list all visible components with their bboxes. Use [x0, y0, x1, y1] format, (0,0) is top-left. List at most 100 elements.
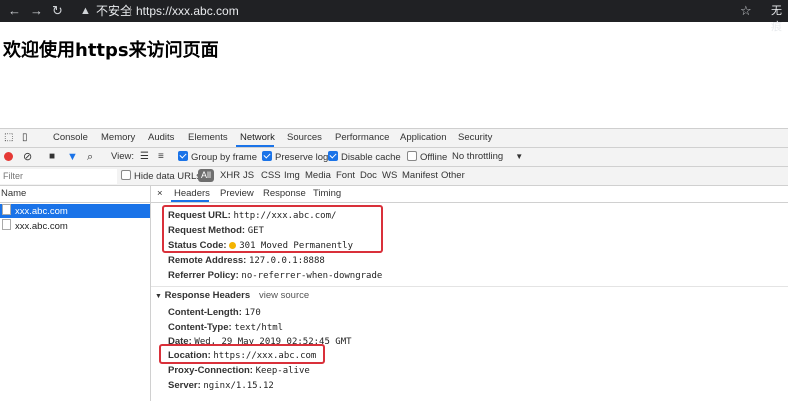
header-value: 127.0.0.1:8888 — [248, 256, 325, 266]
tab-security[interactable]: Security — [458, 132, 492, 144]
filter-type-img[interactable]: Img — [284, 170, 300, 182]
tab-console[interactable]: Console — [53, 132, 88, 144]
filter-type-all[interactable]: All — [198, 169, 215, 182]
filter-type-manifest[interactable]: Manifest — [402, 170, 438, 182]
filter-type-font[interactable]: Font — [336, 170, 355, 182]
active-tab-indicator — [236, 145, 274, 147]
filter-bar: Hide data URLs All XHR JS CSS Img Media … — [0, 167, 788, 186]
highlight-box-location — [159, 344, 325, 364]
highlight-box-general — [162, 205, 383, 253]
checkbox-checked-icon — [262, 151, 272, 161]
checkbox-unchecked-icon — [121, 170, 131, 180]
inspect-element-icon[interactable]: ⬚ — [4, 132, 13, 144]
header-value: text/html — [234, 323, 284, 333]
warning-icon[interactable]: ▲ — [80, 3, 91, 19]
devtools-panel: ⬚ ▯ Console Memory Audits Elements Netwo… — [0, 128, 788, 401]
hide-data-urls-checkbox[interactable]: Hide data URLs — [121, 170, 201, 183]
header-server: Server: nginx/1.15.12 — [168, 380, 274, 392]
tab-timing[interactable]: Timing — [313, 188, 341, 200]
header-key: Content-Type: — [168, 322, 232, 333]
header-value: nginx/1.15.12 — [203, 381, 274, 391]
section-divider — [151, 286, 788, 287]
request-details: × Headers Preview Response Timing Reques… — [151, 186, 788, 401]
reload-icon[interactable]: ↻ — [52, 3, 63, 19]
address-divider — [130, 6, 131, 16]
address-bar[interactable]: https://xxx.abc.com — [136, 3, 239, 19]
checkbox-checked-icon — [178, 151, 188, 161]
checkbox-unchecked-icon — [407, 151, 417, 161]
tab-elements[interactable]: Elements — [188, 132, 228, 144]
tab-performance[interactable]: Performance — [335, 132, 389, 144]
header-referrer-policy: Referrer Policy: no-referrer-when-downgr… — [168, 270, 382, 282]
request-row[interactable]: xxx.abc.com — [0, 204, 150, 218]
disable-cache-label: Disable cache — [341, 152, 401, 163]
close-icon[interactable]: × — [157, 188, 163, 200]
offline-checkbox[interactable]: Offline — [407, 151, 447, 164]
filter-type-doc[interactable]: Doc — [360, 170, 377, 182]
preserve-log-label: Preserve log — [275, 152, 329, 163]
tab-response[interactable]: Response — [263, 188, 306, 200]
filter-type-js[interactable]: JS — [243, 170, 254, 182]
group-by-frame-checkbox[interactable]: Group by frame — [178, 151, 257, 164]
clear-icon[interactable]: ⊘ — [23, 151, 32, 163]
tab-audits[interactable]: Audits — [148, 132, 174, 144]
tab-headers[interactable]: Headers — [174, 188, 210, 200]
response-headers-toggle[interactable]: ▼ Response Headers — [155, 290, 250, 303]
details-tab-bar: × Headers Preview Response Timing — [151, 186, 788, 203]
throttling-select[interactable]: No throttling ▼ — [452, 151, 523, 163]
hide-data-urls-label: Hide data URLs — [134, 171, 202, 182]
chevron-down-icon: ▼ — [515, 152, 524, 161]
search-icon[interactable]: ⌕ — [87, 151, 93, 163]
forward-icon[interactable]: → — [30, 3, 43, 19]
header-value: 170 — [244, 308, 261, 318]
view-source-link[interactable]: view source — [259, 290, 309, 302]
view-label: View: — [111, 151, 135, 162]
header-key: Server: — [168, 380, 201, 391]
header-value: no-referrer-when-downgrade — [241, 271, 383, 281]
overview-icon[interactable]: ≡ — [158, 151, 164, 163]
header-key: Content-Length: — [168, 307, 242, 318]
filter-type-xhr[interactable]: XHR — [220, 170, 240, 182]
tab-network[interactable]: Network — [240, 132, 275, 144]
tab-sources[interactable]: Sources — [287, 132, 322, 144]
active-detail-tab-indicator — [171, 200, 209, 202]
checkbox-checked-icon — [328, 151, 338, 161]
browser-toolbar: ← → ↻ ▲ 不安全 https://xxx.abc.com ☆ 无痕 — [0, 0, 788, 33]
tab-preview[interactable]: Preview — [220, 188, 254, 200]
triangle-down-icon: ▼ — [155, 293, 162, 300]
filter-input[interactable] — [0, 169, 117, 184]
request-name: xxx.abc.com — [15, 221, 68, 232]
record-icon[interactable] — [4, 152, 13, 161]
offline-label: Offline — [420, 152, 448, 163]
header-key: Remote Address: — [168, 255, 247, 266]
filter-type-other[interactable]: Other — [441, 170, 465, 182]
tab-memory[interactable]: Memory — [101, 132, 135, 144]
devtools-tab-bar: ⬚ ▯ Console Memory Audits Elements Netwo… — [0, 129, 788, 148]
header-content-length: Content-Length: 170 — [168, 307, 261, 319]
preserve-log-checkbox[interactable]: Preserve log — [262, 151, 328, 164]
bookmark-star-icon[interactable]: ☆ — [740, 3, 752, 19]
header-key: Referrer Policy: — [168, 270, 239, 281]
group-by-frame-label: Group by frame — [191, 152, 257, 163]
response-headers-title: Response Headers — [164, 290, 251, 301]
screenshot-icon[interactable]: ■ — [49, 151, 55, 163]
document-icon — [2, 219, 11, 230]
filter-type-css[interactable]: CSS — [261, 170, 281, 182]
device-toolbar-icon[interactable]: ▯ — [22, 132, 28, 144]
disable-cache-checkbox[interactable]: Disable cache — [328, 151, 401, 164]
page-title: 欢迎使用https来访问页面 — [3, 40, 219, 61]
back-icon[interactable]: ← — [8, 3, 21, 19]
network-toolbar: ⊘ ■ ▼ ⌕ View: ☰ ≡ Group by frame Preserv… — [0, 148, 788, 167]
filter-type-ws[interactable]: WS — [382, 170, 397, 182]
tab-application[interactable]: Application — [400, 132, 446, 144]
name-column-header[interactable]: Name — [0, 186, 151, 203]
incognito-label[interactable]: 无痕 — [771, 3, 788, 33]
filter-icon[interactable]: ▼ — [67, 151, 78, 163]
security-label[interactable]: 不安全 — [96, 3, 132, 19]
filter-type-media[interactable]: Media — [305, 170, 331, 182]
large-rows-icon[interactable]: ☰ — [140, 151, 149, 163]
request-row[interactable]: xxx.abc.com — [0, 219, 150, 233]
throttling-value: No throttling — [452, 151, 504, 162]
document-icon — [2, 204, 11, 215]
header-key: Proxy-Connection: — [168, 365, 253, 376]
